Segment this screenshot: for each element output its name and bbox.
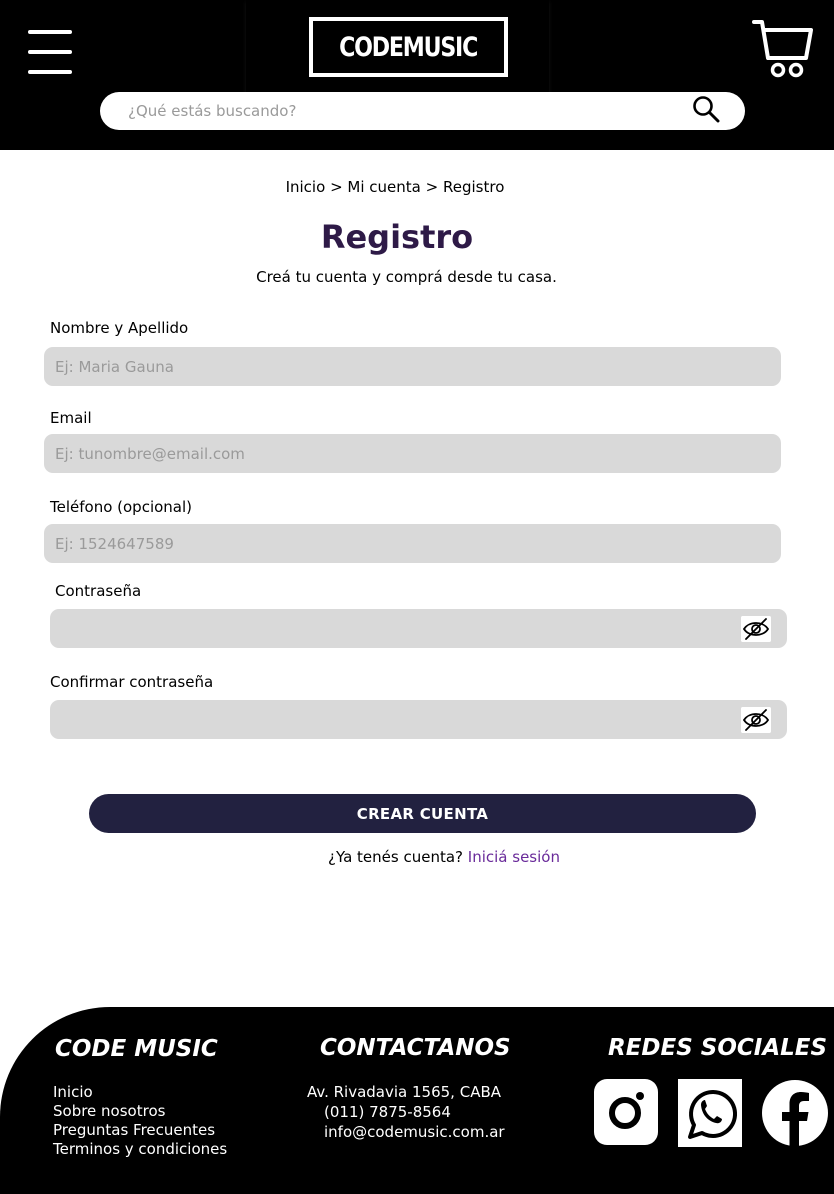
footer-link-inicio[interactable]: Inicio xyxy=(53,1083,93,1101)
confirm-password-label: Confirmar contraseña xyxy=(50,673,214,691)
hamburger-menu-icon[interactable] xyxy=(28,30,72,74)
search-icon[interactable] xyxy=(692,95,720,123)
logo-text: CODEMUSIC xyxy=(339,31,479,63)
page-title: Registro xyxy=(320,218,474,256)
footer-link-sobre-nosotros[interactable]: Sobre nosotros xyxy=(53,1102,165,1120)
name-label: Nombre y Apellido xyxy=(50,319,189,337)
create-account-button[interactable]: CREAR CUENTA xyxy=(89,794,756,833)
eye-slash-icon[interactable] xyxy=(741,707,771,733)
site-logo[interactable]: CODEMUSIC xyxy=(309,17,508,77)
password-label: Contraseña xyxy=(55,582,142,600)
email-label: Email xyxy=(50,409,92,427)
eye-slash-icon[interactable] xyxy=(741,616,771,642)
register-page: CODEMUSIC Inicio > Mi cuenta > Registro … xyxy=(0,0,834,1194)
footer-link-terminos[interactable]: Terminos y condiciones xyxy=(53,1140,227,1158)
cart-icon[interactable] xyxy=(752,18,814,80)
breadcrumb-current: Registro xyxy=(443,178,505,196)
site-footer: CODE MUSIC Inicio Sobre nosotros Pregunt… xyxy=(0,1007,834,1194)
login-question: ¿Ya tenés cuenta? xyxy=(328,848,463,866)
site-header: CODEMUSIC xyxy=(0,0,834,150)
breadcrumb-account[interactable]: Mi cuenta xyxy=(347,178,420,196)
search-bar xyxy=(100,92,745,130)
footer-phone[interactable]: (011) 7875-8564 xyxy=(324,1103,451,1121)
name-field[interactable] xyxy=(44,347,781,386)
page-subtitle: Creá tu cuenta y comprá desde tu casa. xyxy=(256,268,557,286)
phone-label: Teléfono (opcional) xyxy=(50,498,193,516)
login-link[interactable]: Iniciá sesión xyxy=(468,848,560,866)
breadcrumb: Inicio > Mi cuenta > Registro xyxy=(0,178,790,196)
logo-container: CODEMUSIC xyxy=(246,0,549,92)
footer-address: Av. Rivadavia 1565, CABA xyxy=(307,1083,502,1101)
footer-link-faq[interactable]: Preguntas Frecuentes xyxy=(53,1121,215,1139)
whatsapp-icon[interactable] xyxy=(678,1079,742,1147)
facebook-icon[interactable] xyxy=(762,1079,828,1147)
password-field[interactable] xyxy=(50,609,787,648)
login-prompt: ¿Ya tenés cuenta? Iniciá sesión xyxy=(0,848,834,866)
search-input[interactable] xyxy=(128,92,688,130)
breadcrumb-home[interactable]: Inicio xyxy=(286,178,326,196)
phone-field[interactable] xyxy=(44,524,781,563)
footer-contact-title: CONTACTANOS xyxy=(320,1035,511,1061)
instagram-icon[interactable] xyxy=(594,1079,658,1145)
breadcrumb-separator: > xyxy=(330,178,343,196)
footer-social-title: REDES SOCIALES xyxy=(608,1035,828,1061)
email-field[interactable] xyxy=(44,434,781,473)
footer-brand-title: CODE MUSIC xyxy=(55,1036,218,1062)
confirm-password-field[interactable] xyxy=(50,700,787,739)
footer-email[interactable]: info@codemusic.com.ar xyxy=(324,1123,505,1141)
breadcrumb-separator: > xyxy=(425,178,439,196)
